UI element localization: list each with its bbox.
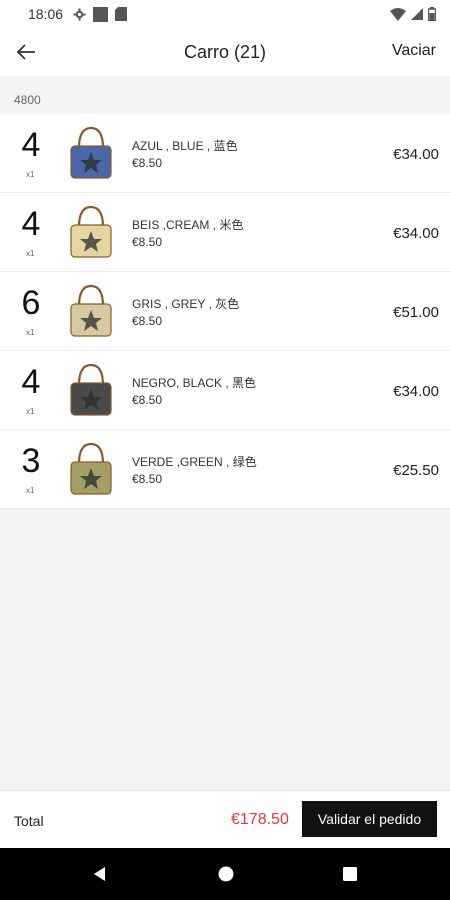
bag-thumbnail-icon (70, 363, 112, 416)
item-unit-price: €8.50 (132, 472, 163, 486)
item-unit-price: €8.50 (132, 314, 163, 328)
item-unit-price: €8.50 (132, 156, 163, 170)
item-line-total: €34.00 (393, 225, 439, 242)
item-line-total: €25.50 (393, 462, 439, 479)
battery-icon (428, 7, 436, 21)
item-quantity: 4 (21, 205, 41, 243)
item-unit-price: €8.50 (132, 235, 163, 249)
item-multiplier: x1 (26, 486, 35, 495)
item-quantity: 6 (21, 284, 41, 322)
sd-card-icon (115, 7, 128, 21)
item-name: VERDE ,GREEN , 绿色 (132, 455, 257, 469)
item-multiplier: x1 (26, 249, 35, 258)
bag-thumbnail-icon (70, 442, 112, 495)
back-button[interactable] (12, 38, 40, 66)
validate-order-button[interactable]: Validar el pedido (302, 801, 437, 837)
item-line-total: €51.00 (393, 304, 439, 321)
status-time: 18:06 (28, 6, 64, 22)
item-name: AZUL , BLUE , 蓝色 (132, 139, 238, 153)
item-unit-price: €8.50 (132, 393, 163, 407)
item-line-total: €34.00 (393, 146, 439, 163)
bag-thumbnail-icon (70, 284, 112, 337)
page-title: Carro (21) (183, 42, 267, 62)
nav-back-icon[interactable] (90, 864, 110, 884)
item-quantity: 4 (21, 363, 41, 401)
system-nav-bar (0, 848, 450, 900)
nav-recents-icon[interactable] (340, 864, 360, 884)
item-name: GRIS , GREY , 灰色 (132, 297, 240, 311)
cart-item[interactable]: 4 x1 BEIS ,CREAM , 米色 €8.50 €34.00 (0, 193, 450, 272)
item-quantity: 3 (21, 442, 41, 480)
app-bar: Carro (21) Vaciar (0, 28, 450, 76)
bag-thumbnail-icon (70, 126, 112, 179)
status-bar: 18:06 (0, 0, 450, 28)
item-multiplier: x1 (26, 407, 35, 416)
cart-footer: Total €178.50 Validar el pedido (0, 790, 450, 848)
item-name: NEGRO, BLACK , 黑色 (132, 376, 257, 390)
bag-thumbnail-icon (70, 205, 112, 258)
clear-cart-button[interactable]: Vaciar (392, 42, 436, 60)
item-quantity: 4 (21, 126, 41, 164)
signal-icon (411, 8, 423, 20)
product-reference: 4800 (0, 76, 450, 114)
nav-home-icon[interactable] (216, 864, 236, 884)
cart-list: 4 x1 AZUL , BLUE , 蓝色 €8.50 €34.00 4 x1 BEIS ,C… (0, 114, 450, 509)
total-amount: €178.50 (231, 811, 289, 828)
item-multiplier: x1 (26, 170, 35, 179)
cart-item[interactable]: 4 x1 NEGRO, BLACK , 黑色 €8.50 €34.00 (0, 351, 450, 430)
settings-icon (73, 8, 86, 20)
cart-item[interactable]: 4 x1 AZUL , BLUE , 蓝色 €8.50 €34.00 (0, 114, 450, 193)
item-name: BEIS ,CREAM , 米色 (132, 218, 244, 232)
total-label: Total (14, 813, 44, 829)
cart-item[interactable]: 6 x1 GRIS , GREY , 灰色 €8.50 €51.00 (0, 272, 450, 351)
app-notification-icon (93, 6, 109, 22)
item-multiplier: x1 (26, 328, 35, 337)
item-line-total: €34.00 (393, 383, 439, 400)
wifi-icon (390, 7, 406, 21)
cart-item[interactable]: 3 x1 VERDE ,GREEN , 绿色 €8.50 €25.50 (0, 430, 450, 509)
arrow-left-icon (16, 44, 35, 60)
